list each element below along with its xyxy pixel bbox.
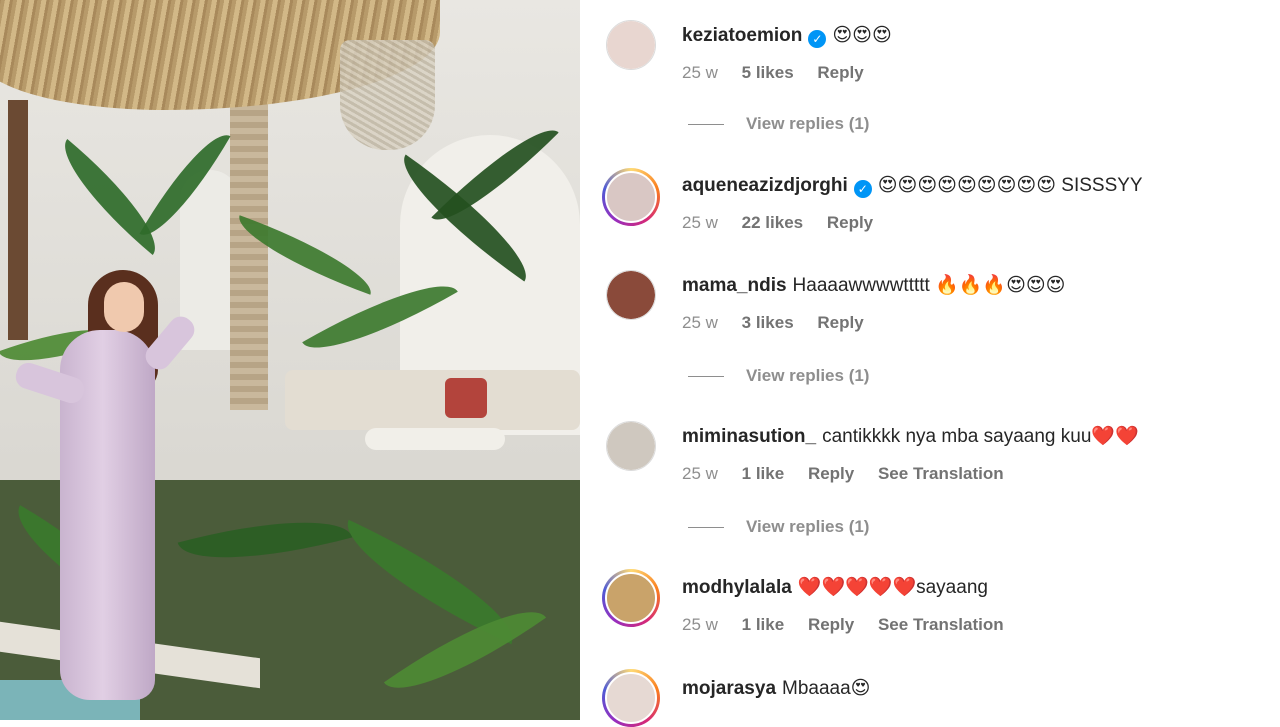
- divider-dash: [688, 527, 724, 529]
- comment-time[interactable]: 25 w: [682, 464, 718, 483]
- comment-text: cantikkkk nya mba sayaang kuu❤️❤️: [822, 426, 1139, 447]
- comment-username[interactable]: aqueneazizdjorghi: [682, 175, 848, 196]
- comment-time[interactable]: 25 w: [682, 213, 718, 232]
- avatar-image: [605, 572, 657, 624]
- comment-username[interactable]: keziatoemion: [682, 25, 802, 46]
- view-replies-label: View replies (1): [746, 517, 870, 536]
- comments-panel[interactable]: keziatoemion ✓ 😍😍😍 25 w 5 likes Reply View…: [582, 0, 1280, 727]
- comment-time[interactable]: 25 w: [682, 63, 718, 82]
- comment-line: keziatoemion ✓ 😍😍😍: [682, 24, 892, 48]
- reply-button[interactable]: Reply: [808, 464, 854, 483]
- divider-dash: [688, 376, 724, 378]
- avatar[interactable]: [606, 270, 656, 320]
- view-replies-button[interactable]: View replies (1): [688, 114, 869, 134]
- comment-meta: 25 w 1 like Reply See Translation: [682, 463, 1023, 485]
- photo-table: [365, 428, 505, 450]
- reply-button[interactable]: Reply: [827, 213, 873, 232]
- comment-username[interactable]: mama_ndis: [682, 275, 787, 296]
- photo-person-face: [104, 282, 144, 332]
- verified-badge-icon: ✓: [853, 180, 872, 198]
- see-translation-button[interactable]: See Translation: [878, 464, 1004, 483]
- reply-button[interactable]: Reply: [808, 615, 854, 634]
- comment-line: miminasution_ cantikkkk nya mba sayaang k…: [682, 425, 1139, 449]
- comment-meta: 25 w 3 likes Reply: [682, 312, 883, 334]
- comment-line: aqueneazizdjorghi ✓ 😍😍😍😍😍😍😍😍😍 SISSSYY: [682, 174, 1143, 198]
- avatar-image: [607, 422, 655, 470]
- like-count[interactable]: 5 likes: [742, 63, 794, 82]
- comment-text: 😍😍😍😍😍😍😍😍😍 SISSSYY: [877, 175, 1143, 196]
- comment-username[interactable]: modhylalala: [682, 577, 792, 598]
- comment-time[interactable]: 25 w: [682, 313, 718, 332]
- like-count[interactable]: 1 like: [742, 615, 785, 634]
- reply-button[interactable]: Reply: [817, 313, 863, 332]
- reply-button[interactable]: Reply: [817, 63, 863, 82]
- comment-username[interactable]: miminasution_: [682, 426, 816, 447]
- comment-line: modhylalala ❤️❤️❤️❤️❤️sayaang: [682, 576, 988, 600]
- comment-time[interactable]: 25 w: [682, 615, 718, 634]
- comment-text: 😍😍😍: [832, 25, 892, 46]
- see-translation-button[interactable]: See Translation: [878, 615, 1004, 634]
- comment-line: mojarasya Mbaaaa😍: [682, 677, 870, 701]
- avatar-image: [607, 271, 655, 319]
- comment-text: Mbaaaa😍: [782, 678, 871, 699]
- photo-sofa: [285, 370, 580, 430]
- view-replies-label: View replies (1): [746, 114, 870, 133]
- photo-wooden-post: [8, 100, 28, 340]
- photo-pillow: [445, 378, 487, 418]
- view-replies-label: View replies (1): [746, 366, 870, 385]
- avatar-story-ring[interactable]: [602, 669, 660, 727]
- avatar-story-ring[interactable]: [602, 569, 660, 627]
- comment-meta: 25 w 22 likes Reply: [682, 212, 892, 234]
- avatar[interactable]: [606, 20, 656, 70]
- like-count[interactable]: 1 like: [742, 464, 785, 483]
- comment-meta: 25 w 1 like Reply See Translation: [682, 614, 1023, 636]
- avatar-image: [605, 672, 657, 724]
- divider-dash: [688, 124, 724, 126]
- comment-text: ❤️❤️❤️❤️❤️sayaang: [797, 577, 988, 598]
- post-photo[interactable]: [0, 0, 580, 720]
- verified-badge-icon: ✓: [808, 30, 827, 48]
- avatar[interactable]: [606, 421, 656, 471]
- like-count[interactable]: 3 likes: [742, 313, 794, 332]
- view-replies-button[interactable]: View replies (1): [688, 366, 869, 386]
- comment-username[interactable]: mojarasya: [682, 678, 776, 699]
- avatar-image: [605, 171, 657, 223]
- comment-text: Haaaawwwwttttt 🔥🔥🔥😍😍😍: [792, 275, 1066, 296]
- comment-meta: 25 w 5 likes Reply: [682, 62, 883, 84]
- photo-woven-lamp: [340, 40, 435, 150]
- avatar-story-ring[interactable]: [602, 168, 660, 226]
- view-replies-button[interactable]: View replies (1): [688, 517, 869, 537]
- comment-line: mama_ndis Haaaawwwwttttt 🔥🔥🔥😍😍😍: [682, 274, 1066, 298]
- avatar-image: [607, 21, 655, 69]
- like-count[interactable]: 22 likes: [742, 213, 803, 232]
